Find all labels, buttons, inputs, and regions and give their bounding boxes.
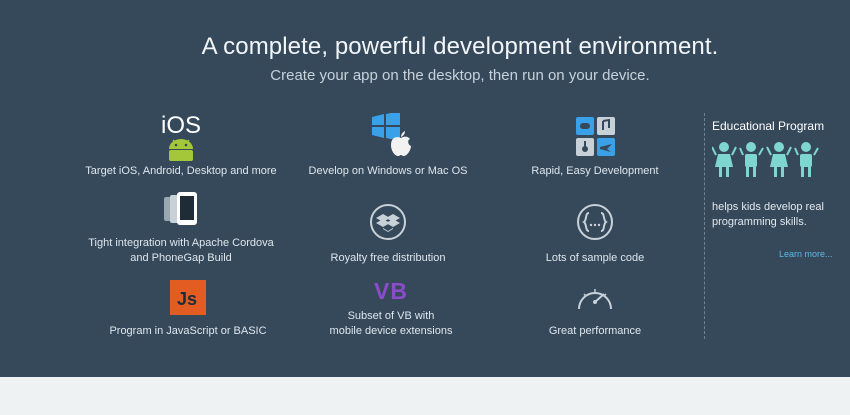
dropbox-icon [370,204,406,240]
feature-label: Develop on Windows or Mac OS [308,165,468,177]
feature-label: Great performance [548,325,642,337]
speedometer-icon [578,289,612,310]
ios-icon-text: iOS [160,112,201,139]
feature-label-line-1: Tight integration with Apache Cordova [88,237,274,249]
device-icon [164,192,197,225]
divider [704,113,705,339]
learn-more-link[interactable]: Learn more... [779,249,833,259]
vb-icon: VB [374,278,408,304]
hero-section: A complete, powerful development environ… [0,0,850,377]
education-text: helps kids develop real programming skil… [712,201,824,228]
feature-label-line-2: mobile device extensions [329,325,453,337]
javascript-icon-text: Js [177,289,198,309]
feature-label-line-2: and PhoneGap Build [130,252,232,264]
education-title: Educational Program [712,119,825,133]
code-braces-icon [577,204,613,240]
javascript-icon: Js [170,280,206,315]
feature-label: Royalty free distribution [330,252,446,264]
feature-label: Target iOS, Android, Desktop and more [85,165,277,177]
page-headline: A complete, powerful development environ… [201,33,719,60]
feature-label: Lots of sample code [545,252,645,264]
page-subhead: Create your app on the desktop, then run… [270,67,650,84]
feature-label: Program in JavaScript or BASIC [109,325,267,337]
kids-icon [712,142,819,177]
apple-icon [391,131,411,156]
feature-label: Rapid, Easy Development [531,165,659,177]
feature-label-line-1: Subset of VB with [347,310,435,322]
apps-grid-icon [575,117,615,156]
android-icon [169,139,193,161]
